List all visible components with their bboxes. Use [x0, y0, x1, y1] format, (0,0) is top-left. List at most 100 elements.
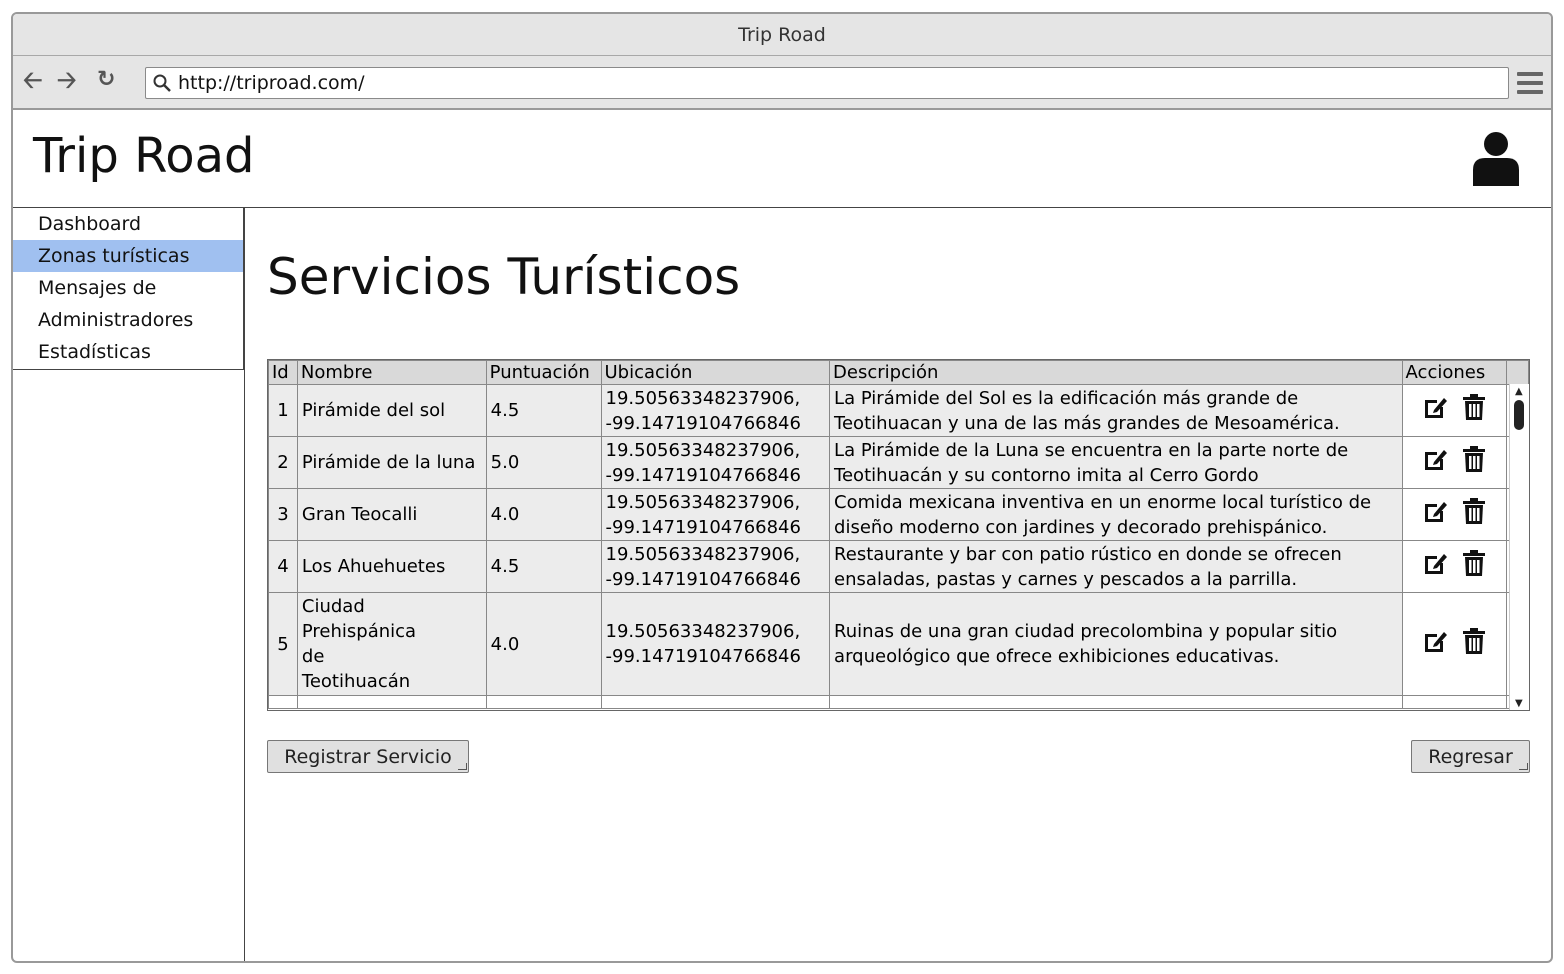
brand-logo-text: Trip Road: [33, 128, 255, 184]
table-scrollbar[interactable]: ▲ ▼: [1509, 384, 1529, 710]
edit-icon[interactable]: [1422, 550, 1448, 583]
cell-id: 5: [268, 592, 298, 696]
cell-puntuacion: 4.5: [485, 384, 602, 437]
cell-ubicacion-line: 19.50563348237906,: [605, 387, 801, 409]
table-row[interactable]: 2 Pirámide de la luna 5.0 19.5056334823790…: [268, 436, 1529, 489]
user-avatar-icon[interactable]: [1471, 130, 1521, 186]
window-title: Trip Road: [738, 23, 826, 46]
cell-nombre-line: Pirámide de la luna: [301, 452, 476, 473]
reload-icon[interactable]: ↻: [97, 66, 115, 94]
trash-icon[interactable]: [1462, 498, 1486, 531]
register-service-button[interactable]: Registrar Servicio: [267, 740, 469, 773]
table-body: 1 Pirámide del sol 4.5 19.50563348237906, -9…: [268, 384, 1529, 709]
cell-descripcion-line: Teotihuacán y su contorno imita al Cerro…: [834, 464, 1259, 486]
cell-descripcion: Restaurante y bar con patio rústico en d…: [829, 540, 1403, 593]
sidebar-item-zonas-turisticas[interactable]: Zonas turísticas: [13, 240, 243, 272]
col-header-acciones[interactable]: Acciones: [1401, 360, 1508, 385]
table-row[interactable]: 1 Pirámide del sol 4.5 19.50563348237906, -9…: [268, 384, 1529, 437]
cell-ubicacion-line: -99.14719104766846: [605, 516, 801, 538]
col-header-nombre[interactable]: Nombre: [296, 360, 487, 385]
cell-puntuacion: 4.0: [485, 488, 602, 541]
back-button[interactable]: Regresar: [1411, 740, 1530, 773]
cell-acciones: [1401, 540, 1508, 593]
cell-nombre-line: Gran Teocalli: [301, 504, 418, 525]
cell-id: 4: [268, 540, 298, 593]
scroll-thumb[interactable]: [1514, 400, 1524, 430]
scroll-down-icon[interactable]: ▼: [1515, 698, 1523, 709]
cell-ubicacion: 19.50563348237906, -99.14719104766846: [600, 592, 831, 696]
cell-ubicacion-line: -99.14719104766846: [605, 646, 801, 667]
cell-acciones: [1401, 436, 1508, 489]
trash-icon[interactable]: [1462, 394, 1486, 427]
cell-nombre: Pirámide de la luna: [296, 436, 487, 489]
table-row-empty: [268, 695, 1529, 709]
cell-nombre-line: Pirámide del sol: [301, 400, 446, 421]
cell-descripcion-line: diseño moderno con jardines y decorado p…: [834, 516, 1328, 538]
cell-nombre-line: Ciudad: [301, 596, 365, 617]
cell-ubicacion-line: -99.14719104766846: [605, 568, 801, 590]
cell-descripcion: Ruinas de una gran ciudad precolombina y…: [829, 592, 1403, 696]
table-row[interactable]: 4 Los Ahuehuetes 4.5 19.50563348237906, -99.…: [268, 540, 1529, 593]
cell-ubicacion-line: 19.50563348237906,: [605, 491, 801, 513]
cell-descripcion-line: Teotihuacan y una de las más grandes de …: [834, 412, 1340, 434]
cell-nombre-line: Prehispánica: [301, 621, 417, 642]
table-row[interactable]: 5 Ciudad Prehispánica de Teotihuacán 4.0 19.5…: [268, 592, 1529, 696]
sidebar-item-administradores[interactable]: Administradores: [13, 304, 243, 336]
browser-window: Trip Road 🡠 🡢 ↻ http://triproad.com/ Tri…: [11, 12, 1553, 963]
cell-acciones: [1401, 592, 1508, 696]
app-header: Trip Road: [13, 110, 1551, 208]
cell-descripcion-line: La Pirámide del Sol es la edificación má…: [834, 387, 1299, 409]
cell-nombre: Los Ahuehuetes: [296, 540, 487, 593]
trash-icon[interactable]: [1462, 550, 1486, 583]
sidebar-item-mensajes[interactable]: Mensajes de: [13, 272, 243, 304]
cell-nombre: Pirámide del sol: [296, 384, 487, 437]
table-header-row: Id Nombre Puntuación Ubicación Descripci…: [268, 360, 1529, 385]
cell-acciones: [1401, 488, 1508, 541]
cell-puntuacion: 5.0: [485, 436, 602, 489]
cell-ubicacion-line: -99.14719104766846: [605, 464, 801, 486]
trash-icon[interactable]: [1462, 446, 1486, 479]
hamburger-menu-icon[interactable]: [1517, 72, 1543, 94]
cell-nombre-line: Teotihuacán: [301, 671, 411, 692]
cell-nombre: Gran Teocalli: [296, 488, 487, 541]
cell-id: 2: [268, 436, 298, 489]
cell-descripcion: La Pirámide del Sol es la edificación má…: [829, 384, 1403, 437]
cell-descripcion: La Pirámide de la Luna se encuentra en l…: [829, 436, 1403, 489]
sidebar-item-estadisticas[interactable]: Estadísticas: [13, 336, 243, 368]
cell-ubicacion-line: -99.14719104766846: [605, 412, 801, 434]
sidebar-menu: Dashboard Zonas turísticas Mensajes de A…: [13, 208, 244, 370]
cell-ubicacion-line: 19.50563348237906,: [605, 621, 801, 642]
cell-id: 3: [268, 488, 298, 541]
trash-icon[interactable]: [1462, 627, 1486, 661]
cell-descripcion-line: La Pirámide de la Luna se encuentra en l…: [834, 439, 1349, 461]
cell-ubicacion: 19.50563348237906, -99.14719104766846: [600, 384, 831, 437]
search-icon: [153, 74, 171, 92]
col-header-puntuacion[interactable]: Puntuación: [485, 360, 602, 385]
col-header-descripcion[interactable]: Descripción: [829, 360, 1403, 385]
edit-icon[interactable]: [1422, 394, 1448, 427]
cell-puntuacion: 4.5: [485, 540, 602, 593]
col-header-id[interactable]: Id: [268, 360, 298, 385]
edit-icon[interactable]: [1422, 446, 1448, 479]
cell-nombre-line: Los Ahuehuetes: [301, 556, 446, 577]
cell-nombre-line: de: [301, 646, 325, 667]
edit-icon[interactable]: [1422, 498, 1448, 531]
window-title-bar: Trip Road: [13, 14, 1551, 56]
cell-nombre: Ciudad Prehispánica de Teotihuacán: [296, 592, 487, 696]
scroll-up-icon[interactable]: ▲: [1515, 386, 1523, 397]
col-header-ubicacion[interactable]: Ubicación: [600, 360, 831, 385]
forward-arrow-icon[interactable]: 🡢: [57, 66, 76, 94]
table-row[interactable]: 3 Gran Teocalli 4.0 19.50563348237906, -99.…: [268, 488, 1529, 541]
cell-descripcion-line: Ruinas de una gran ciudad precolombina y…: [834, 621, 1338, 642]
cell-ubicacion: 19.50563348237906, -99.14719104766846: [600, 540, 831, 593]
page-title: Servicios Turísticos: [267, 248, 741, 306]
cell-descripcion-line: Comida mexicana inventiva en un enorme l…: [834, 491, 1372, 513]
sidebar-item-dashboard[interactable]: Dashboard: [13, 208, 243, 240]
cell-descripcion-line: ensaladas, pastas y carnes y pescados a …: [834, 568, 1298, 590]
edit-icon[interactable]: [1422, 628, 1448, 661]
back-arrow-icon[interactable]: 🡠: [23, 66, 42, 94]
cell-ubicacion: 19.50563348237906, -99.14719104766846: [600, 436, 831, 489]
address-bar[interactable]: http://triproad.com/: [145, 67, 1509, 99]
sidebar: Dashboard Zonas turísticas Mensajes de A…: [13, 208, 245, 961]
browser-toolbar: 🡠 🡢 ↻ http://triproad.com/: [13, 56, 1551, 110]
